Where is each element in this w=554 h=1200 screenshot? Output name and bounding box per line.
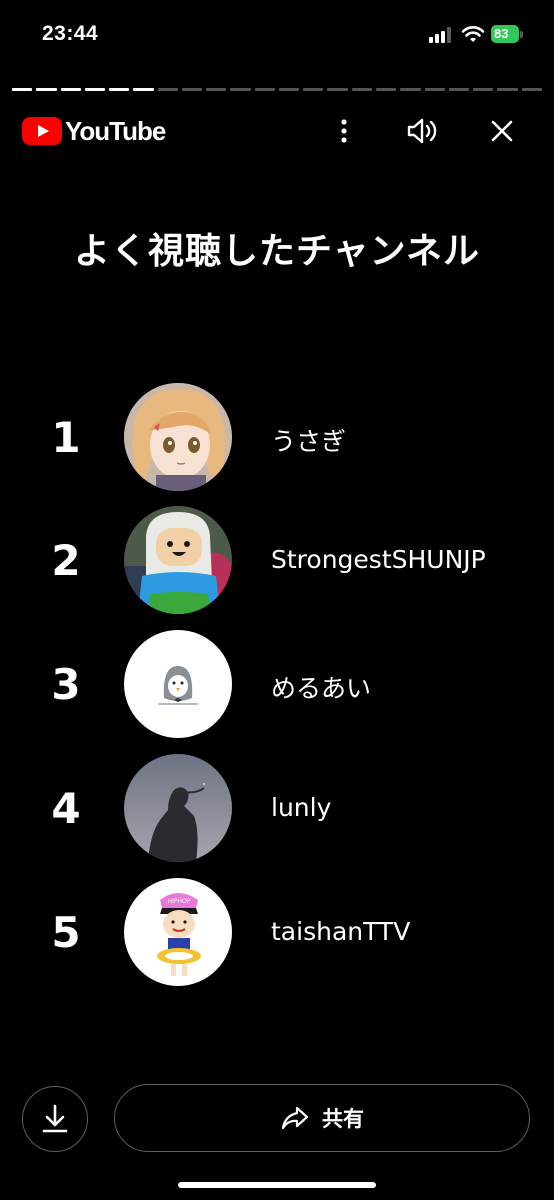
channel-name: めるあい bbox=[271, 674, 372, 703]
story-progress-segment bbox=[157, 88, 178, 91]
channel-name: StrongestSHUNJP bbox=[271, 545, 486, 574]
story-progress-segment bbox=[351, 88, 372, 91]
story-progress-segment bbox=[448, 88, 470, 91]
story-progress-bar bbox=[12, 88, 542, 91]
status-bar: 23:44 83 bbox=[0, 0, 554, 70]
channel-name: うさぎ bbox=[271, 427, 347, 456]
story-progress-segment bbox=[278, 88, 300, 91]
story-progress-segment bbox=[60, 88, 81, 91]
download-button[interactable] bbox=[22, 1086, 88, 1152]
battery-icon: 83 bbox=[491, 25, 519, 43]
avatar-cap-text: HIPHOP bbox=[168, 898, 191, 905]
story-progress-segment bbox=[375, 88, 397, 91]
channel-rank-item-5[interactable]: 5 HIPHOP taishanTTV bbox=[0, 878, 554, 986]
status-time: 23:44 bbox=[42, 22, 99, 45]
rank-number: 5 bbox=[51, 908, 81, 957]
story-progress-segment bbox=[327, 88, 348, 91]
channel-avatar-5[interactable]: HIPHOP bbox=[124, 878, 232, 986]
rank-number: 2 bbox=[51, 536, 81, 585]
story-progress-segment bbox=[473, 88, 494, 91]
close-icon[interactable] bbox=[485, 114, 519, 148]
story-progress-segment bbox=[497, 88, 518, 91]
share-button-label: 共有 bbox=[322, 1107, 364, 1131]
rank-number: 1 bbox=[51, 413, 81, 462]
volume-icon[interactable] bbox=[405, 114, 439, 148]
share-button[interactable]: 共有 bbox=[114, 1084, 530, 1152]
download-icon bbox=[42, 1104, 68, 1133]
bottom-action-bar: 共有 bbox=[0, 1082, 554, 1154]
story-progress-segment bbox=[424, 88, 445, 91]
story-progress-segment bbox=[303, 88, 324, 91]
story-progress-segment bbox=[254, 88, 275, 91]
wifi-icon bbox=[461, 24, 485, 44]
channel-name: taishanTTV bbox=[271, 917, 411, 946]
story-progress-segment bbox=[206, 88, 227, 91]
channel-avatar-1[interactable] bbox=[124, 383, 232, 491]
more-vertical-icon[interactable] bbox=[327, 114, 361, 148]
channel-rank-item-2[interactable]: 2 StrongestSHUNJP bbox=[0, 506, 554, 614]
story-progress-segment bbox=[36, 88, 57, 91]
rank-number: 3 bbox=[51, 660, 81, 709]
home-indicator[interactable] bbox=[178, 1182, 376, 1188]
story-progress-segment bbox=[400, 88, 421, 91]
share-arrow-icon bbox=[281, 1106, 309, 1130]
story-progress-segment bbox=[12, 88, 33, 91]
story-progress-segment bbox=[521, 88, 542, 91]
rank-number: 4 bbox=[51, 784, 81, 833]
story-progress-segment bbox=[181, 88, 203, 91]
story-progress-segment bbox=[84, 88, 106, 91]
story-progress-segment bbox=[230, 88, 251, 91]
channel-rank-item-3[interactable]: 3 めるあい bbox=[0, 630, 554, 738]
channel-avatar-3[interactable] bbox=[124, 630, 232, 738]
channel-avatar-2[interactable] bbox=[124, 506, 232, 614]
youtube-logo-text: YouTube bbox=[65, 115, 166, 146]
channel-rank-item-4[interactable]: 4 lunly bbox=[0, 754, 554, 862]
battery-tip bbox=[520, 31, 523, 38]
youtube-play-icon bbox=[22, 117, 62, 145]
story-progress-segment bbox=[109, 88, 130, 91]
channel-avatar-4[interactable] bbox=[124, 754, 232, 862]
top-bar: YouTube bbox=[0, 106, 554, 156]
battery-percent: 83 bbox=[494, 26, 509, 41]
page-title: よく視聴したチャンネル bbox=[74, 231, 480, 272]
channel-name: lunly bbox=[271, 793, 332, 822]
story-progress-segment bbox=[133, 88, 154, 91]
cellular-signal-icon bbox=[429, 27, 455, 43]
youtube-logo: YouTube bbox=[22, 115, 166, 146]
channel-rank-item-1[interactable]: 1 うさぎ bbox=[0, 383, 554, 491]
